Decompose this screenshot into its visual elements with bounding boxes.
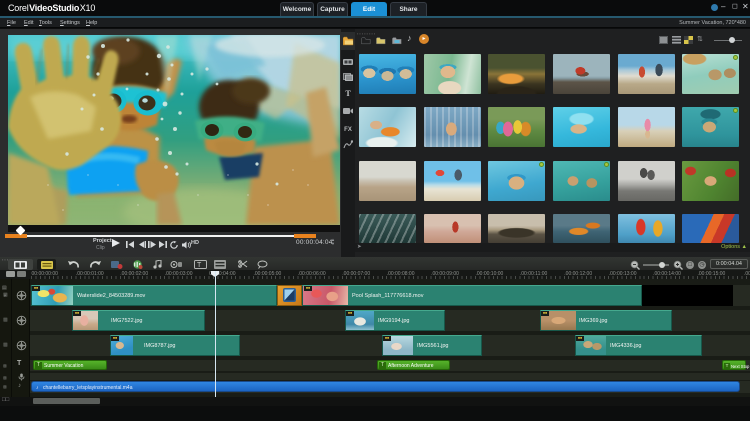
svg-text:T: T [197, 262, 202, 269]
